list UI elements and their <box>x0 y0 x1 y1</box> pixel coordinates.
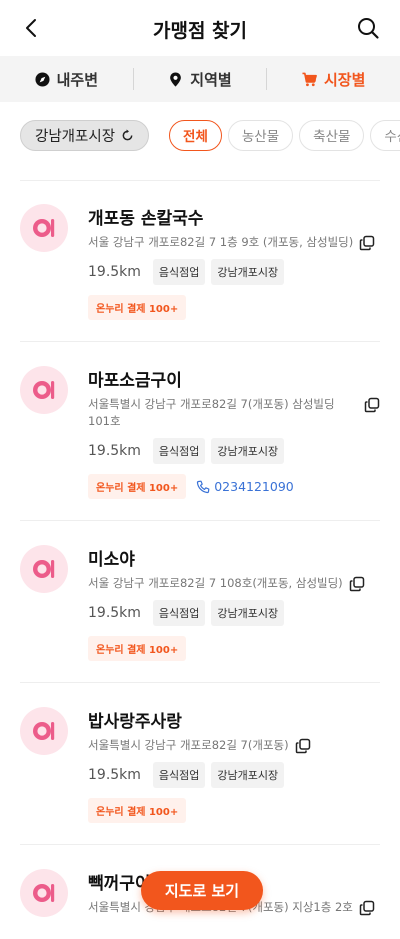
store-name: 개포동 손칼국수 <box>88 209 204 229</box>
copy-icon[interactable] <box>349 576 365 592</box>
store-item[interactable]: 개포동 손칼국수 서울 강남구 개포로82길 7 1층 9호 (개포동, 삼성빌… <box>0 180 400 341</box>
store-category-tag: 음식점업 <box>152 438 206 464</box>
store-distance: 19.5km <box>88 264 141 280</box>
market-selector-label: 강남개포시장 <box>35 128 116 145</box>
onnuri-payment-badge: 온누리 결제 100+ <box>88 474 187 499</box>
phone-icon <box>197 480 210 493</box>
store-item[interactable]: 미소야 서울 강남구 개포로82길 7 108호(개포동, 삼성빌딩) 19.5… <box>0 521 400 682</box>
store-bottom-row: 온누리 결제 100+ <box>88 295 380 320</box>
tab-nearby-label: 내주변 <box>56 70 99 89</box>
store-distance: 19.5km <box>88 443 141 459</box>
store-avatar <box>20 707 68 755</box>
store-meta: 19.5km 음식점업 강남개포시장 <box>88 762 380 788</box>
store-address: 서울 강남구 개포로82길 7 108호(개포동, 삼성빌딩) <box>88 576 343 590</box>
store-address-row: 서울특별시 강남구 개포로82길 7(개포동) <box>88 737 380 754</box>
store-avatar <box>20 545 68 593</box>
phone-link[interactable]: 0234121090 <box>196 479 294 494</box>
tab-region-label: 지역별 <box>190 70 232 89</box>
category-chip-livestock[interactable]: 축산물 <box>299 119 365 151</box>
restaurant-icon <box>33 560 55 578</box>
store-bottom-row: 온누리 결제 100+ <box>88 798 380 823</box>
page-title: 가맹점 찾기 <box>152 20 247 42</box>
compass-icon <box>35 71 50 87</box>
tab-nearby[interactable]: 내주변 <box>0 56 133 102</box>
store-bottom-row: 온누리 결제 100+ 0234121090 <box>88 474 380 499</box>
store-address-row: 서울 강남구 개포로82길 7 1층 9호 (개포동, 삼성빌딩) <box>88 234 380 251</box>
filter-bar: 강남개포시장 전체 농산물 축산물 수산물 <box>0 102 400 168</box>
restaurant-icon <box>33 219 55 237</box>
search-button[interactable] <box>356 16 380 40</box>
location-pin-icon <box>170 71 182 87</box>
store-address-row: 서울특별시 강남구 개포로82길 7(개포동) 삼성빌딩 101호 <box>88 396 380 430</box>
store-name: 마포소금구이 <box>88 371 182 391</box>
tab-region[interactable]: 지역별 <box>134 56 267 102</box>
store-name: 미소야 <box>88 550 135 570</box>
store-address-row: 서울 강남구 개포로82길 7 108호(개포동, 삼성빌딩) <box>88 575 380 592</box>
store-bottom-row: 온누리 결제 100+ <box>88 636 380 661</box>
copy-icon[interactable] <box>359 235 375 251</box>
store-category-tag: 음식점업 <box>152 762 206 788</box>
phone-number: 0234121090 <box>214 479 294 494</box>
store-address: 서울특별시 강남구 개포로82길 7(개포동) <box>88 738 289 752</box>
store-address: 서울특별시 강남구 개포로82길 7(개포동) 삼성빌딩 101호 <box>88 397 335 428</box>
category-chip-produce[interactable]: 농산물 <box>227 119 294 151</box>
store-market-tag: 강남개포시장 <box>211 762 285 788</box>
onnuri-payment-badge: 온누리 결제 100+ <box>88 798 187 823</box>
restaurant-icon <box>33 884 55 902</box>
market-selector[interactable]: 강남개포시장 <box>20 119 150 151</box>
view-map-button[interactable]: 지도로 보기 <box>141 871 263 910</box>
store-distance: 19.5km <box>88 605 141 621</box>
category-chip-seafood[interactable]: 수산물 <box>370 119 400 151</box>
store-name: 밥사랑주사랑 <box>88 712 182 732</box>
tab-market[interactable]: 시장별 <box>267 56 400 102</box>
search-icon <box>358 18 379 39</box>
onnuri-payment-badge: 온누리 결제 100+ <box>88 295 187 320</box>
store-category-tag: 음식점업 <box>152 259 206 285</box>
store-category-tag: 음식점업 <box>152 600 206 626</box>
store-avatar <box>20 204 68 252</box>
store-market-tag: 강남개포시장 <box>211 600 285 626</box>
copy-icon[interactable] <box>364 397 380 413</box>
refresh-icon <box>122 128 133 140</box>
store-market-tag: 강남개포시장 <box>211 259 285 285</box>
store-meta: 19.5km 음식점업 강남개포시장 <box>88 259 380 285</box>
restaurant-icon <box>33 381 55 399</box>
store-list: 개포동 손칼국수 서울 강남구 개포로82길 7 1층 9호 (개포동, 삼성빌… <box>0 180 400 937</box>
cart-icon <box>302 72 317 86</box>
store-avatar <box>20 366 68 414</box>
onnuri-payment-badge: 온누리 결제 100+ <box>88 636 187 661</box>
search-mode-tabs: 내주변 지역별 시장별 <box>0 56 400 102</box>
store-avatar <box>20 869 68 917</box>
store-meta: 19.5km 음식점업 강남개포시장 <box>88 600 380 626</box>
store-distance: 19.5km <box>88 767 141 783</box>
category-chip-all[interactable]: 전체 <box>169 119 222 151</box>
store-meta: 19.5km 음식점업 강남개포시장 <box>88 438 380 464</box>
copy-icon[interactable] <box>295 738 311 754</box>
store-market-tag: 강남개포시장 <box>211 438 285 464</box>
store-item[interactable]: 밥사랑주사랑 서울특별시 강남구 개포로82길 7(개포동) 19.5km 음식… <box>0 683 400 844</box>
store-address: 서울 강남구 개포로82길 7 1층 9호 (개포동, 삼성빌딩) <box>88 235 354 249</box>
restaurant-icon <box>33 722 55 740</box>
copy-icon[interactable] <box>359 900 375 916</box>
store-item[interactable]: 마포소금구이 서울특별시 강남구 개포로82길 7(개포동) 삼성빌딩 101호… <box>0 342 400 520</box>
tab-market-label: 시장별 <box>323 70 366 89</box>
app-header: 가맹점 찾기 <box>0 0 400 56</box>
